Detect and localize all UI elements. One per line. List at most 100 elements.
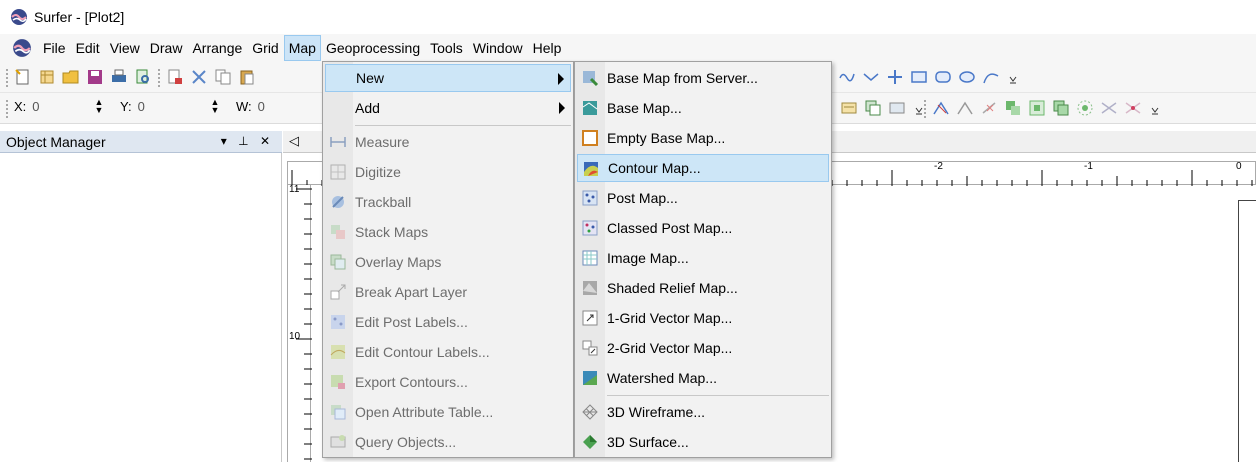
title-bar: Surfer - [Plot2] [0, 0, 1256, 34]
menu-bar: File Edit View Draw Arrange Grid Map Geo… [0, 34, 1256, 62]
combine-icon[interactable] [1004, 99, 1022, 117]
align-tool-icon[interactable] [840, 99, 858, 117]
new-empty-base-map[interactable]: Empty Base Map... [577, 124, 829, 152]
x-value[interactable]: 0 [32, 99, 39, 114]
buffer-icon[interactable] [1076, 99, 1094, 117]
map-menu-stack-maps[interactable]: Stack Maps [325, 218, 571, 246]
map-menu-query-objects[interactable]: Query Objects... [325, 428, 571, 456]
menu-arrange[interactable]: Arrange [187, 35, 247, 61]
image-map-label: Image Map... [607, 250, 689, 266]
menu-window[interactable]: Window [468, 35, 528, 61]
new-classed-post-map[interactable]: Classed Post Map... [577, 214, 829, 242]
rectangle-icon[interactable] [910, 68, 928, 86]
base-map-server-label: Base Map from Server... [607, 70, 758, 86]
base-map-label: Base Map... [607, 100, 682, 116]
map-menu-export-contours[interactable]: Export Contours... [325, 368, 571, 396]
watershed-icon [583, 371, 597, 385]
map-menu-edit-post-labels[interactable]: Edit Post Labels... [325, 308, 571, 336]
rounded-rectangle-icon[interactable] [934, 68, 952, 86]
map-menu-break-apart-layer[interactable]: Break Apart Layer [325, 278, 571, 306]
toolbar-grip-3[interactable] [924, 100, 926, 118]
y-spinner[interactable]: ▲ ▼ [210, 98, 220, 116]
x-spinner[interactable]: ▲ ▼ [94, 98, 104, 116]
toolbar-grip[interactable] [6, 69, 8, 87]
y-label: Y: [120, 99, 132, 114]
spline-icon[interactable] [982, 68, 1000, 86]
paste-icon[interactable] [238, 68, 256, 86]
new-base-map-from-server[interactable]: Base Map from Server... [577, 64, 829, 92]
new-image-map[interactable]: Image Map... [577, 244, 829, 272]
plot-page[interactable] [1238, 200, 1256, 462]
tab-scroll-left-icon[interactable]: ◁ [289, 133, 299, 149]
map-menu-query-objects-label: Query Objects... [355, 434, 457, 450]
menu-draw[interactable]: Draw [145, 35, 188, 61]
open-folder-icon[interactable] [62, 68, 80, 86]
union-icon[interactable] [1052, 99, 1070, 117]
w-value[interactable]: 0 [258, 99, 265, 114]
map-menu-open-attribute-table[interactable]: Open Attribute Table... [325, 398, 571, 426]
remove-icon[interactable] [1124, 99, 1142, 117]
edit-post-labels-icon [331, 315, 345, 329]
new-contour-map[interactable]: Contour Map... [577, 154, 829, 182]
new-post-map[interactable]: Post Map... [577, 184, 829, 212]
map-menu-add[interactable]: Add [325, 94, 571, 122]
split-icon[interactable] [1100, 99, 1118, 117]
attribute-table-icon [331, 405, 346, 420]
page-setup-icon[interactable] [166, 68, 184, 86]
x-coordinate-field[interactable]: X: 0 [14, 99, 40, 114]
map-menu-new[interactable]: New [325, 64, 571, 92]
new-plot-icon[interactable] [14, 68, 32, 86]
y-coordinate-field[interactable]: Y: 0 [120, 99, 145, 114]
export-contours-icon [331, 375, 345, 389]
new-shaded-relief-map[interactable]: Shaded Relief Map... [577, 274, 829, 302]
x-label: X: [14, 99, 27, 114]
toolbar-overflow-icon-3[interactable] [1146, 99, 1164, 117]
menu-tools[interactable]: Tools [425, 35, 468, 61]
y-value[interactable]: 0 [138, 99, 145, 114]
cut-icon[interactable] [190, 68, 208, 86]
new-3d-surface[interactable]: 3D Surface... [577, 428, 829, 456]
map-menu-trackball[interactable]: Trackball [325, 188, 571, 216]
map-menu-overlay-maps[interactable]: Overlay Maps [325, 248, 571, 276]
new-3d-wireframe[interactable]: 3D Wireframe... [577, 398, 829, 426]
save-icon[interactable] [86, 68, 104, 86]
menu-geoprocessing[interactable]: Geoprocessing [321, 35, 425, 61]
menu-grid[interactable]: Grid [247, 35, 283, 61]
new-base-map[interactable]: Base Map... [577, 94, 829, 122]
panel-controls-icon[interactable]: ▾ ⊥ ✕ [221, 134, 274, 148]
delete-vertex-icon[interactable] [980, 99, 998, 117]
new-watershed-map[interactable]: Watershed Map... [577, 364, 829, 392]
menu-edit[interactable]: Edit [71, 35, 105, 61]
map-menu-measure[interactable]: Measure [325, 128, 571, 156]
app-menu-icon[interactable] [12, 38, 32, 58]
new-1-grid-vector-map[interactable]: 1-Grid Vector Map... [577, 304, 829, 332]
print-preview-icon[interactable] [134, 68, 152, 86]
vertex-icon[interactable] [956, 99, 974, 117]
object-manager-panel[interactable] [0, 153, 282, 462]
map-menu-edit-contour-labels[interactable]: Edit Contour Labels... [325, 338, 571, 366]
map-menu-stack-maps-label: Stack Maps [355, 224, 429, 240]
new-2-grid-vector-map[interactable]: 2-Grid Vector Map... [577, 334, 829, 362]
group-icon[interactable] [864, 99, 882, 117]
ellipse-icon[interactable] [958, 68, 976, 86]
vertical-ruler: 11 10 [287, 184, 312, 462]
copy-icon[interactable] [214, 68, 232, 86]
menu-map[interactable]: Map [283, 35, 321, 61]
ruler-label-minus1: -1 [1084, 161, 1093, 172]
menu-help[interactable]: Help [528, 35, 567, 61]
toolbar-overflow-icon[interactable] [1004, 68, 1022, 86]
w-coordinate-field[interactable]: W: 0 [236, 99, 265, 114]
reshape-icon[interactable] [932, 99, 950, 117]
new-worksheet-icon[interactable] [38, 68, 56, 86]
toolbar-grip-2[interactable] [6, 100, 8, 118]
intersect-icon[interactable] [1028, 99, 1046, 117]
point-icon[interactable] [886, 68, 904, 86]
ungroup-icon[interactable] [888, 99, 906, 117]
line-icon[interactable] [862, 68, 880, 86]
polyline-icon[interactable] [838, 68, 856, 86]
map-menu-digitize[interactable]: Digitize [325, 158, 571, 186]
menu-file[interactable]: File [38, 35, 71, 61]
base-map-server-icon [583, 71, 599, 87]
menu-view[interactable]: View [105, 35, 145, 61]
print-icon[interactable] [110, 68, 128, 86]
